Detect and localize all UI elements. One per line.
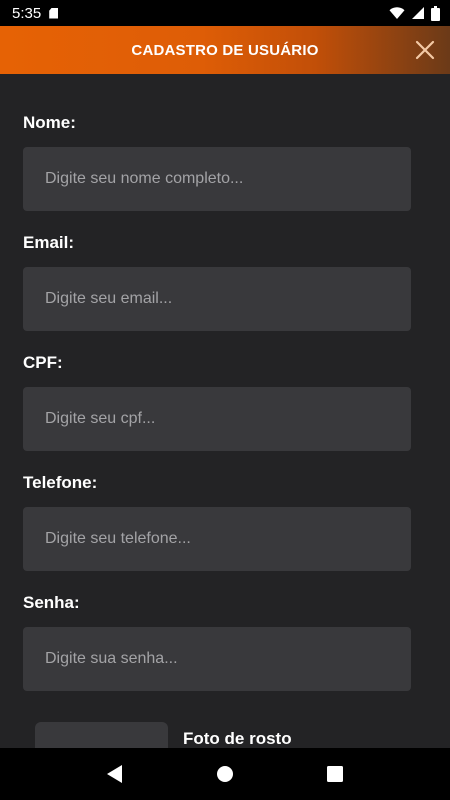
name-label: Nome: <box>23 113 76 132</box>
app-header: CADASTRO DE USUÁRIO <box>0 26 450 74</box>
cpf-label: CPF: <box>23 353 63 372</box>
password-label: Senha: <box>23 593 80 612</box>
home-icon <box>217 766 233 782</box>
recents-button[interactable] <box>323 762 347 786</box>
recents-icon <box>327 766 343 782</box>
battery-icon <box>431 5 440 21</box>
field-password: Senha: <box>23 554 411 691</box>
back-button[interactable] <box>103 762 127 786</box>
sd-card-icon <box>49 7 59 19</box>
status-left: 5:35 <box>12 4 59 22</box>
wifi-icon <box>389 7 405 19</box>
status-bar: 5:35 <box>0 0 450 26</box>
home-button[interactable] <box>213 762 237 786</box>
status-time: 5:35 <box>12 4 42 22</box>
field-name: Nome: <box>23 74 411 211</box>
field-cpf: CPF: <box>23 314 411 451</box>
page-title: CADASTRO DE USUÁRIO <box>131 41 319 59</box>
field-email: Email: <box>23 194 411 331</box>
navigation-bar <box>0 748 450 800</box>
close-icon <box>415 40 435 60</box>
status-right <box>389 5 440 21</box>
back-icon <box>107 765 122 783</box>
field-phone: Telefone: <box>23 434 411 571</box>
signal-icon <box>412 7 424 19</box>
face-photo-label: Foto de rosto <box>183 729 292 748</box>
email-label: Email: <box>23 233 75 252</box>
close-button[interactable] <box>412 37 438 63</box>
registration-form: Nome: Email: CPF: Telefone: Senha: <box>23 74 411 691</box>
phone-label: Telefone: <box>23 473 98 492</box>
password-input[interactable] <box>23 627 411 691</box>
